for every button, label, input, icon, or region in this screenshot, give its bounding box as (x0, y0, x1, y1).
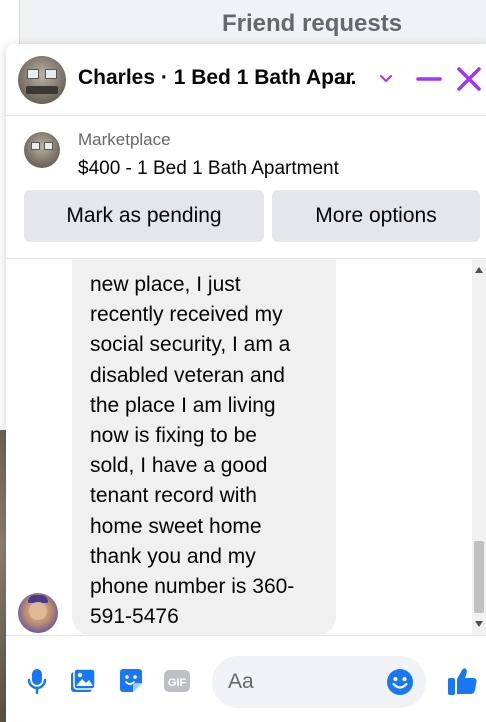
microphone-icon[interactable] (22, 666, 52, 696)
chat-title-ellipsis: ... (339, 66, 357, 89)
chevron-down-icon[interactable] (378, 70, 394, 86)
chat-header: Charles · 1 Bed 1 Bath Apar ... (6, 44, 486, 116)
listing-title[interactable]: $400 - 1 Bed 1 Bath Apartment (78, 158, 339, 180)
minimize-icon[interactable] (416, 68, 442, 90)
photo-icon[interactable] (68, 666, 98, 696)
close-icon[interactable] (456, 66, 482, 92)
scroll-up-arrow-icon[interactable] (475, 267, 483, 273)
friend-requests-heading: Friend requests (222, 10, 403, 37)
svg-text:GIF: GIF (168, 677, 187, 689)
scroll-down-arrow-icon[interactable] (475, 621, 483, 627)
chat-title[interactable]: Charles · 1 Bed 1 Bath Apar (78, 66, 368, 90)
emoji-icon[interactable] (386, 668, 414, 696)
message-input-placeholder: Aa (228, 670, 254, 693)
message-scrollbar[interactable] (472, 259, 486, 635)
message-list[interactable]: new place, I just recently received my s… (6, 259, 486, 635)
scrollbar-thumb[interactable] (474, 541, 484, 613)
sender-avatar[interactable] (18, 593, 58, 633)
gif-icon[interactable]: GIF (162, 666, 192, 696)
composer-divider (6, 635, 486, 636)
chat-avatar[interactable] (18, 56, 66, 104)
message-input[interactable]: Aa (212, 656, 426, 708)
more-options-button[interactable]: More options (272, 190, 480, 242)
thumbs-up-icon[interactable] (446, 664, 480, 698)
message-text: new place, I just recently received my s… (90, 273, 295, 629)
chat-window: Charles · 1 Bed 1 Bath Apar ... Marketpl… (6, 44, 486, 722)
message-bubble[interactable]: new place, I just recently received my s… (72, 259, 336, 635)
listing-thumbnail[interactable] (24, 132, 60, 168)
mark-as-pending-button[interactable]: Mark as pending (24, 190, 264, 242)
sticker-icon[interactable] (116, 666, 146, 696)
marketplace-label: Marketplace (78, 130, 171, 149)
